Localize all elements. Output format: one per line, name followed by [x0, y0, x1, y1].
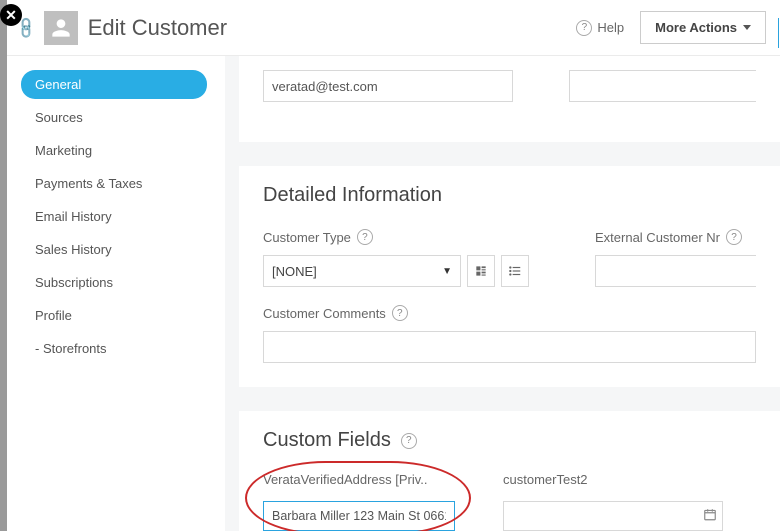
customer-comments-field[interactable]: [263, 331, 756, 363]
external-nr-field[interactable]: [595, 255, 756, 287]
help-icon: ?: [576, 20, 592, 36]
customer-type-list-button[interactable]: [501, 255, 529, 287]
sidebar-item-sales-history[interactable]: Sales History: [21, 235, 207, 264]
customer-type-label: Customer Type ?: [263, 229, 529, 245]
panel-detailed: Detailed Information Customer Type ? [NO…: [239, 166, 780, 387]
custom-field2-label: customerTest2: [503, 472, 588, 487]
sidebar-item-sources[interactable]: Sources: [21, 103, 207, 132]
sidebar-item-marketing[interactable]: Marketing: [21, 136, 207, 165]
sidebar-item-general[interactable]: General: [21, 70, 207, 99]
sidebar-item-subscriptions[interactable]: Subscriptions: [21, 268, 207, 297]
help-link[interactable]: ? Help: [576, 20, 624, 36]
custom-field1-label: VerataVerifiedAddress [Priv..: [263, 472, 428, 487]
customer-type-select[interactable]: [NONE] ▼: [263, 255, 461, 287]
panel-top: [239, 56, 780, 142]
help-icon[interactable]: ?: [726, 229, 742, 245]
sidebar-item-storefronts[interactable]: - Storefronts: [21, 334, 207, 363]
chevron-down-icon: [743, 25, 751, 30]
close-icon[interactable]: ✕: [0, 4, 22, 26]
page-title: Edit Customer: [88, 15, 577, 41]
verata-verified-address-field[interactable]: [263, 501, 455, 531]
customer-type-value: [NONE]: [272, 264, 317, 279]
help-icon[interactable]: ?: [401, 433, 417, 449]
calendar-icon[interactable]: [703, 508, 717, 525]
sidebar: General Sources Marketing Payments & Tax…: [7, 56, 225, 531]
customer-type-detail-button[interactable]: [467, 255, 495, 287]
customer-test2-field[interactable]: [503, 501, 723, 531]
email-field[interactable]: [263, 70, 513, 102]
avatar: [44, 11, 78, 45]
external-nr-label: External Customer Nr ?: [595, 229, 756, 245]
top-right-field[interactable]: [569, 70, 756, 102]
help-icon[interactable]: ?: [357, 229, 373, 245]
help-icon[interactable]: ?: [392, 305, 408, 321]
more-actions-button[interactable]: More Actions: [640, 11, 766, 44]
comments-label: Customer Comments ?: [263, 305, 756, 321]
sidebar-item-email-history[interactable]: Email History: [21, 202, 207, 231]
more-actions-label: More Actions: [655, 20, 737, 35]
panel-custom-fields: Custom Fields ? VerataVerifiedAddress [P…: [239, 411, 780, 531]
sidebar-item-payments-taxes[interactable]: Payments & Taxes: [21, 169, 207, 198]
page-header: 🔗 Edit Customer ? Help More Actions: [7, 0, 780, 56]
help-label: Help: [597, 20, 624, 35]
detailed-heading: Detailed Information: [263, 184, 756, 207]
chevron-down-icon: ▼: [442, 266, 452, 277]
custom-fields-heading: Custom Fields: [263, 429, 391, 452]
sidebar-item-profile[interactable]: Profile: [21, 301, 207, 330]
